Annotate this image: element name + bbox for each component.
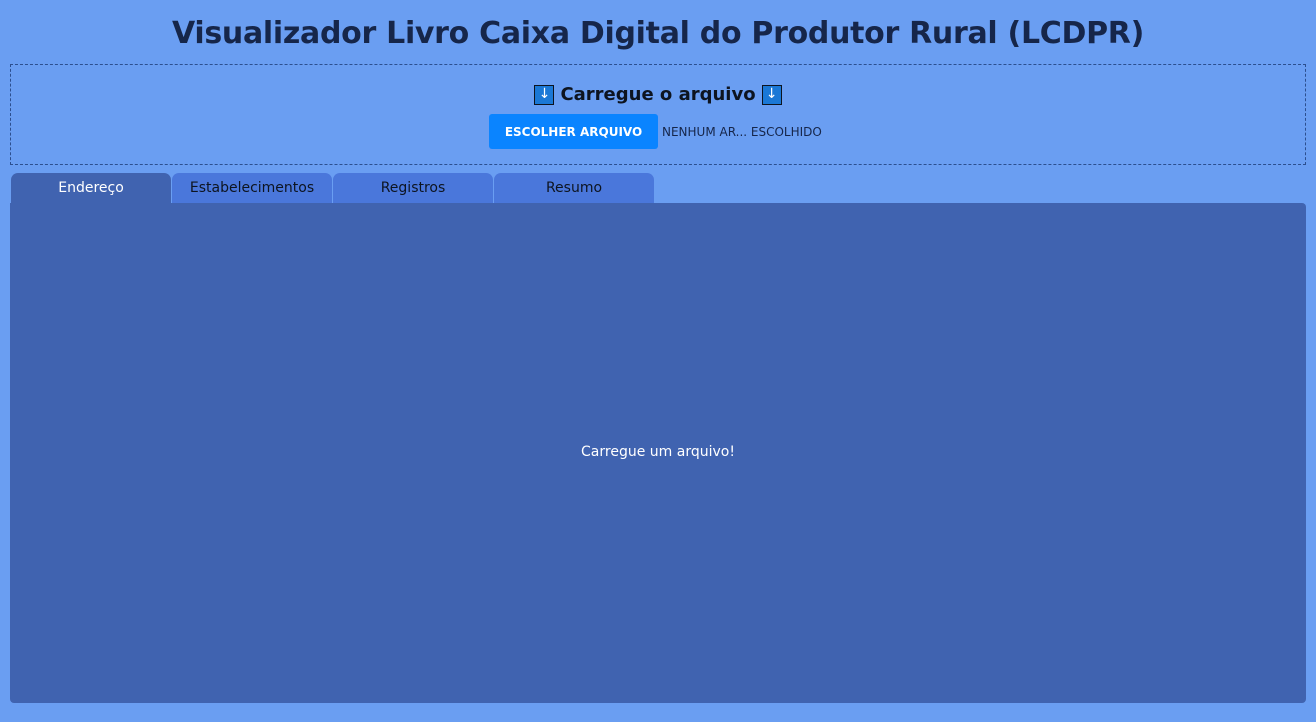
- page-title: Visualizador Livro Caixa Digital do Prod…: [172, 16, 1144, 51]
- upload-heading: ↓ Carregue o arquivo ↓: [11, 84, 1305, 105]
- file-status-text: NENHUM AR... ESCOLHIDO: [662, 124, 822, 139]
- tab-endereco[interactable]: Endereço: [11, 173, 171, 203]
- file-upload-area: ↓ Carregue o arquivo ↓ ESCOLHER ARQUIVO …: [10, 64, 1306, 165]
- choose-file-button[interactable]: ESCOLHER ARQUIVO: [489, 114, 658, 149]
- tab-content-panel: Carregue um arquivo!: [10, 203, 1306, 703]
- arrow-down-icon: ↓: [761, 84, 782, 105]
- upload-heading-label: Carregue o arquivo: [560, 84, 756, 105]
- empty-state-message: Carregue um arquivo!: [581, 444, 735, 460]
- tab-registros[interactable]: Registros: [333, 173, 493, 203]
- tab-estabelecimentos[interactable]: Estabelecimentos: [172, 173, 332, 203]
- tab-bar: Endereço Estabelecimentos Registros Resu…: [11, 173, 654, 203]
- arrow-down-icon: ↓: [534, 84, 555, 105]
- tab-resumo[interactable]: Resumo: [494, 173, 654, 203]
- file-input[interactable]: ESCOLHER ARQUIVO NENHUM AR... ESCOLHIDO: [489, 114, 822, 149]
